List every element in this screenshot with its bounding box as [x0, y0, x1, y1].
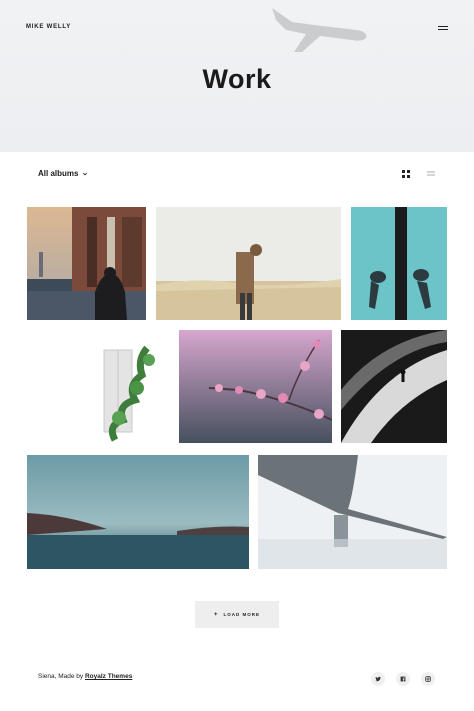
- brand-logo[interactable]: MIKE WELLY: [26, 24, 71, 30]
- gallery-image-bridge[interactable]: [258, 455, 447, 569]
- footer-theme-link[interactable]: Royalz Themes: [85, 673, 132, 680]
- hero-banner: MIKE WELLY Work: [0, 0, 474, 152]
- gallery-image-field[interactable]: [156, 207, 341, 320]
- gallery-toolbar: All albums: [0, 166, 474, 184]
- album-filter-label: All albums: [38, 169, 79, 178]
- gallery-image-window[interactable]: [27, 330, 170, 443]
- gallery-image-lake[interactable]: [27, 455, 249, 569]
- grid-view-icon[interactable]: [402, 170, 410, 178]
- facebook-icon: [400, 676, 406, 682]
- footer-text: Siena, Made by: [38, 673, 85, 680]
- load-more-button[interactable]: + LOAD MORE: [195, 601, 279, 628]
- plus-icon: +: [213, 611, 219, 618]
- list-view-icon[interactable]: [427, 170, 435, 178]
- gallery-image-stairs[interactable]: [341, 330, 447, 443]
- instagram-button[interactable]: [421, 672, 435, 686]
- footer-credit: Siena, Made by Royalz Themes: [38, 673, 132, 680]
- chevron-down-icon: [83, 172, 88, 175]
- gallery-image-blossom[interactable]: [179, 330, 332, 443]
- facebook-button[interactable]: [396, 672, 410, 686]
- instagram-icon: [425, 676, 431, 682]
- twitter-button[interactable]: [371, 672, 385, 686]
- menu-button[interactable]: [438, 24, 448, 32]
- load-more-label: LOAD MORE: [223, 612, 260, 617]
- hamburger-icon: [438, 26, 448, 27]
- gallery-image-wall[interactable]: [351, 207, 447, 320]
- gallery-image-city[interactable]: [27, 207, 146, 320]
- album-filter-dropdown[interactable]: All albums: [38, 169, 88, 178]
- twitter-icon: [375, 676, 381, 682]
- page-title: Work: [202, 64, 272, 94]
- airplane-graphic: [272, 8, 367, 52]
